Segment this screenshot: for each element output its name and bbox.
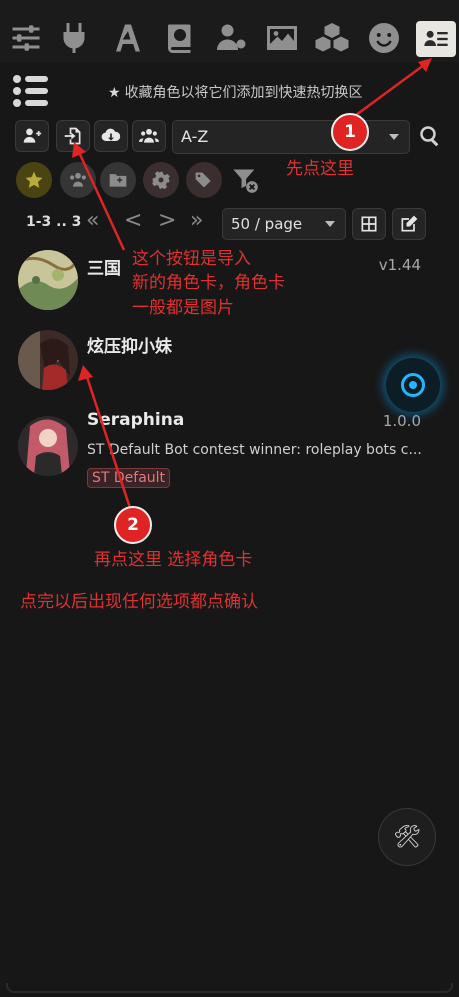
import-character-button[interactable]: [56, 120, 90, 152]
create-character-button[interactable]: [15, 120, 49, 152]
pager-count: 1-3 .. 3: [26, 214, 82, 230]
per-page-value: 50 / page: [231, 215, 303, 233]
step-1-badge: 1: [331, 113, 369, 151]
character-name: Seraphina: [87, 410, 185, 430]
character-description: ST Default Bot contest winner: roleplay …: [87, 442, 422, 458]
character-name: 炫压抑小妹: [87, 337, 172, 357]
plug-icon[interactable]: [54, 16, 94, 60]
favorites-hint-text: 收藏角色以将它们添加到快速热切换区: [124, 85, 363, 101]
star-icon: ★: [108, 85, 121, 101]
user-plus-icon: [23, 128, 42, 143]
character-name: 三国: [87, 259, 121, 279]
character-card-icon[interactable]: [416, 21, 456, 57]
frame-border: [6, 983, 453, 993]
import-note-line2: 新的角色卡，角色卡: [132, 273, 285, 293]
sliders-icon[interactable]: [6, 16, 46, 60]
status-dot: [409, 381, 417, 389]
groups-filter-button[interactable]: [60, 162, 96, 198]
smile-icon[interactable]: [364, 16, 404, 60]
sort-select-value: A-Z: [181, 127, 209, 146]
grid-view-button[interactable]: [352, 208, 386, 240]
per-page-select[interactable]: 50 / page: [222, 208, 346, 240]
download-character-button[interactable]: [94, 120, 128, 152]
last-page-button[interactable]: »: [190, 208, 203, 233]
bulk-edit-button[interactable]: [392, 208, 426, 240]
user-cog-icon[interactable]: [212, 16, 252, 60]
users-icon: [139, 128, 159, 143]
favorites-row: ★ 收藏角色以将它们添加到快速热切换区: [0, 68, 459, 114]
chevron-down-icon: [389, 134, 399, 140]
character-version: v1.44: [378, 256, 421, 274]
step-1-note: 先点这里: [286, 159, 354, 179]
chevron-down-icon: [325, 221, 335, 227]
create-group-button[interactable]: [132, 120, 166, 152]
character-version: 1.0.0: [382, 412, 421, 430]
avatar: [18, 416, 78, 476]
avatar: [18, 330, 78, 390]
folder-plus-icon: [109, 174, 127, 187]
book-globe-icon[interactable]: [160, 16, 200, 60]
avatar: [18, 250, 78, 310]
confirm-note: 点完以后出现任何选项都点确认: [20, 592, 258, 612]
cubes-icon[interactable]: [312, 16, 352, 60]
tags-filter-button[interactable]: [186, 162, 222, 198]
prev-page-button[interactable]: <: [124, 208, 142, 233]
next-page-button[interactable]: >: [158, 208, 176, 233]
grid-icon: [361, 216, 377, 232]
settings-filter-button[interactable]: [143, 162, 179, 198]
gear-icon: [152, 171, 170, 190]
font-icon[interactable]: [108, 16, 148, 60]
top-toolbar: [0, 0, 459, 62]
character-tag[interactable]: ST Default: [87, 468, 171, 488]
import-note-line3: 一般都是图片: [132, 298, 234, 318]
sort-select[interactable]: A-Z: [172, 120, 410, 154]
step-2-badge: 2: [114, 506, 152, 544]
search-icon[interactable]: [418, 124, 442, 148]
folder-filter-button[interactable]: [100, 162, 136, 198]
users-icon: [70, 172, 86, 187]
tools-icon: 🛠: [393, 824, 421, 850]
star-icon: [25, 171, 43, 188]
list-icon[interactable]: [12, 73, 50, 109]
tags-icon: [195, 172, 211, 188]
favorites-hint: ★ 收藏角色以将它们添加到快速热切换区: [108, 82, 363, 102]
floating-status-button[interactable]: [386, 358, 440, 412]
cloud-download-icon: [101, 128, 121, 142]
import-note-line1: 这个按钮是导入: [132, 249, 251, 269]
clear-filter-icon[interactable]: [231, 166, 259, 194]
tools-button[interactable]: 🛠: [378, 808, 436, 866]
image-icon[interactable]: [262, 16, 302, 60]
first-page-button[interactable]: «: [86, 208, 99, 233]
file-import-icon: [64, 127, 81, 145]
edit-icon: [401, 215, 418, 232]
step-2-note: 再点这里 选择角色卡: [94, 550, 253, 570]
favorites-filter-button[interactable]: [16, 162, 52, 198]
